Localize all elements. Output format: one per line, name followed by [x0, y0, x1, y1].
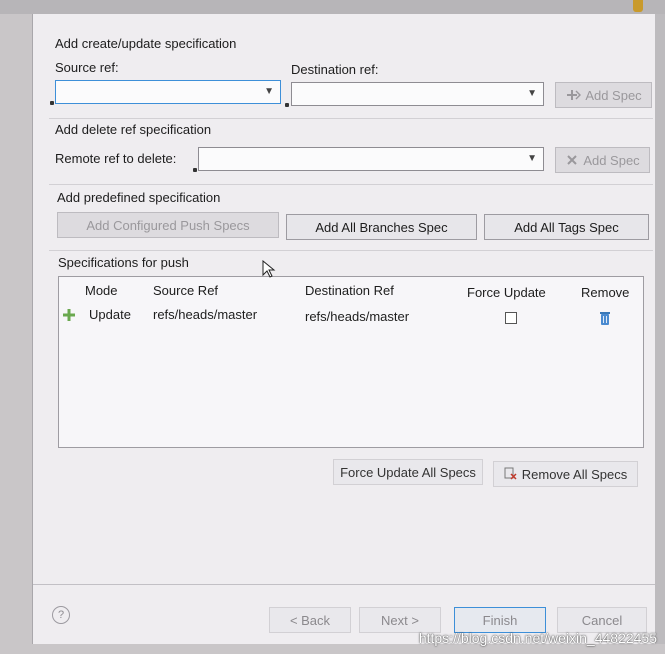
section-title-delete: Add delete ref specification	[55, 122, 212, 137]
column-header-source-ref: Source Ref	[153, 283, 219, 298]
trash-icon[interactable]	[599, 310, 611, 326]
footer-separator	[33, 584, 663, 585]
destination-ref-combo[interactable]: ▼	[291, 82, 544, 106]
cell-mode: Update	[89, 307, 131, 322]
add-spec-icon	[567, 90, 582, 100]
cell-source-ref: refs/heads/master	[153, 307, 258, 322]
back-label: < Back	[289, 612, 331, 628]
source-ref-combo[interactable]: ▼	[55, 80, 281, 104]
back-button[interactable]: < Back	[269, 607, 351, 633]
background-window-strip	[0, 0, 665, 14]
remote-ref-to-delete-combo[interactable]: ▼	[198, 147, 544, 171]
push-ref-specifications-dialog: Add create/update specification Source r…	[32, 14, 663, 644]
column-header-destination-ref: Destination Ref	[305, 283, 394, 298]
force-update-all-specs-button[interactable]: Force Update All Specs	[333, 459, 483, 485]
cancel-label: Cancel	[581, 612, 623, 628]
remote-ref-to-delete-label: Remote ref to delete:	[55, 151, 177, 166]
plus-icon	[63, 309, 75, 321]
separator	[49, 184, 653, 185]
help-icon[interactable]: ?	[52, 606, 70, 624]
force-update-all-specs-label: Force Update All Specs	[340, 464, 476, 480]
add-all-tags-spec-label: Add All Tags Spec	[514, 219, 619, 235]
add-spec-button[interactable]: Add Spec	[555, 82, 652, 108]
required-marker	[50, 101, 54, 105]
add-all-branches-spec-button[interactable]: Add All Branches Spec	[286, 214, 477, 240]
force-update-checkbox[interactable]	[505, 312, 517, 324]
required-marker	[193, 168, 197, 172]
column-header-mode: Mode	[85, 283, 118, 298]
window-edge	[655, 14, 665, 644]
finish-label: Finish	[482, 612, 518, 628]
remove-all-specs-button[interactable]: Remove All Specs	[493, 461, 638, 487]
separator	[49, 250, 653, 251]
add-configured-push-specs-button[interactable]: Add Configured Push Specs	[57, 212, 279, 238]
separator	[49, 118, 653, 119]
add-all-branches-spec-label: Add All Branches Spec	[315, 219, 448, 235]
column-header-remove: Remove	[581, 285, 630, 300]
section-title-add-update: Add create/update specification	[55, 36, 237, 51]
delete-spec-icon	[567, 155, 578, 165]
chevron-down-icon[interactable]: ▼	[527, 88, 537, 99]
add-delete-spec-label: Add Spec	[583, 152, 640, 168]
add-configured-push-specs-label: Add Configured Push Specs	[86, 217, 250, 233]
remove-all-specs-label: Remove All Specs	[521, 466, 628, 482]
push-specs-table: Mode Source Ref Destination Ref Force Up…	[58, 276, 644, 448]
cell-destination-ref: refs/heads/master	[305, 309, 410, 324]
section-title-push-specs: Specifications for push	[58, 255, 189, 270]
chevron-down-icon[interactable]: ▼	[264, 86, 274, 97]
section-title-predefined: Add predefined specification	[57, 190, 221, 205]
background-icon	[633, 0, 643, 12]
next-label: Next >	[381, 612, 419, 628]
required-marker	[285, 103, 289, 107]
add-delete-spec-button[interactable]: Add Spec	[555, 147, 650, 173]
source-ref-label: Source ref:	[55, 60, 119, 75]
remove-all-icon	[504, 467, 517, 480]
mouse-cursor-icon	[262, 260, 276, 278]
destination-ref-label: Destination ref:	[291, 62, 379, 77]
chevron-down-icon[interactable]: ▼	[527, 153, 537, 164]
add-all-tags-spec-button[interactable]: Add All Tags Spec	[484, 214, 649, 240]
watermark: https://blog.csdn.net/weixin_44822455	[418, 630, 657, 646]
add-spec-label: Add Spec	[585, 87, 642, 103]
column-header-force-update: Force Update	[467, 285, 546, 300]
